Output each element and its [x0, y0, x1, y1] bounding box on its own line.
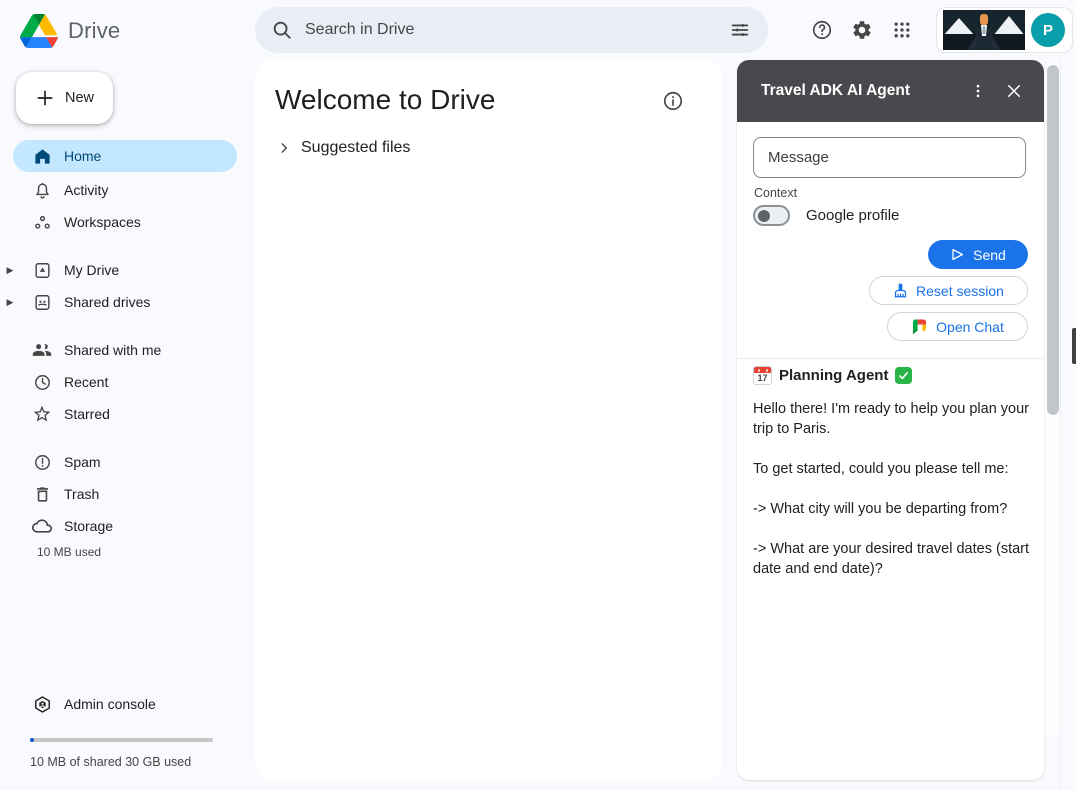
- top-bar: Drive: [0, 0, 1076, 60]
- drive-logo-icon: [20, 14, 58, 48]
- agent-message-body: Hello there! I'm ready to help you plan …: [753, 399, 1031, 599]
- info-icon[interactable]: [662, 90, 686, 114]
- search-icon[interactable]: [271, 19, 293, 41]
- expand-arrow-icon[interactable]: ▶: [5, 297, 15, 308]
- send-icon: [950, 247, 965, 262]
- open-chat-label: Open Chat: [936, 319, 1004, 335]
- message-input[interactable]: [753, 137, 1026, 178]
- search-bar[interactable]: [255, 7, 768, 53]
- star-icon: [32, 404, 52, 424]
- drive-logo-area[interactable]: Drive: [20, 14, 120, 48]
- calendar-emoji-icon: 17: [753, 366, 772, 385]
- sidebar-item-my-drive[interactable]: ▶ My Drive: [13, 254, 237, 286]
- storage-progress-fill: [30, 738, 34, 742]
- google-profile-toggle-row: Google profile: [753, 205, 899, 226]
- admin-console-icon: [32, 694, 52, 714]
- green-check-icon: [895, 367, 912, 384]
- sidebar-item-shared-with-me[interactable]: Shared with me: [13, 334, 237, 366]
- sidebar-item-shared-drives[interactable]: ▶ Shared drives: [13, 286, 237, 318]
- bell-icon: [32, 180, 52, 200]
- sidebar-item-label: Home: [64, 148, 101, 164]
- sidebar-item-storage[interactable]: Storage: [13, 510, 237, 542]
- agent-message: -> What are your desired travel dates (s…: [753, 539, 1031, 579]
- search-input[interactable]: [305, 21, 708, 39]
- agent-message: Hello there! I'm ready to help you plan …: [753, 399, 1031, 439]
- sidebar-item-label: Spam: [64, 454, 101, 470]
- suggested-files-label: Suggested files: [301, 139, 410, 157]
- workspaces-icon: [32, 212, 52, 232]
- agent-header-row: 17 Planning Agent: [753, 366, 912, 385]
- edge-artifact: [1072, 328, 1076, 364]
- sidebar-item-label: Shared drives: [64, 294, 150, 310]
- sidebar-item-label: Starred: [64, 406, 110, 422]
- google-chat-icon: [911, 318, 928, 335]
- more-options-icon[interactable]: [960, 73, 996, 109]
- sidebar-item-recent[interactable]: Recent: [13, 366, 237, 398]
- home-icon: [32, 146, 52, 166]
- my-drive-icon: [32, 260, 52, 280]
- storage-progress-bar: [30, 738, 213, 742]
- context-label: Context: [754, 186, 797, 200]
- side-panel-rail: [1060, 60, 1076, 790]
- avatar[interactable]: P: [1031, 13, 1065, 47]
- shared-drives-icon: [32, 292, 52, 312]
- sidebar-item-label: Storage: [64, 518, 113, 534]
- sidebar-item-label: Activity: [64, 182, 108, 198]
- travel-agent-panel: Travel ADK AI Agent Context Google profi…: [737, 60, 1044, 780]
- panel-title: Travel ADK AI Agent: [761, 82, 960, 100]
- sidebar-item-starred[interactable]: Starred: [13, 398, 237, 430]
- reset-session-label: Reset session: [916, 283, 1004, 299]
- new-button-label: New: [65, 90, 94, 106]
- storage-summary-text: 10 MB of shared 30 GB used: [30, 755, 191, 769]
- agent-message: To get started, could you please tell me…: [753, 459, 1031, 479]
- open-chat-button[interactable]: Open Chat: [887, 312, 1028, 341]
- page-title: Welcome to Drive: [275, 84, 495, 116]
- sidebar-item-label: Trash: [64, 486, 99, 502]
- settings-gear-icon[interactable]: [842, 10, 882, 50]
- clock-icon: [32, 372, 52, 392]
- apps-grid-icon[interactable]: [882, 10, 922, 50]
- topbar-actions: [802, 10, 922, 50]
- toggle-knob: [758, 210, 770, 222]
- sidebar-item-label: Workspaces: [64, 214, 141, 230]
- broom-icon: [893, 283, 908, 298]
- suggested-files-toggle[interactable]: Suggested files: [277, 139, 410, 157]
- agent-name: Planning Agent: [779, 367, 888, 384]
- search-options-icon[interactable]: [720, 10, 760, 50]
- extension-artwork: [943, 10, 1025, 50]
- sidebar-item-label: My Drive: [64, 262, 119, 278]
- profile-card[interactable]: P: [936, 7, 1073, 53]
- plus-icon: [35, 88, 55, 108]
- panel-header: Travel ADK AI Agent: [737, 60, 1044, 122]
- cloud-icon: [32, 516, 52, 536]
- scrollbar-thumb[interactable]: [1047, 65, 1059, 415]
- sidebar-item-activity[interactable]: Activity: [13, 174, 237, 206]
- google-profile-label: Google profile: [806, 207, 899, 224]
- reset-session-button[interactable]: Reset session: [869, 276, 1028, 305]
- agent-message: -> What city will you be departing from?: [753, 499, 1031, 519]
- sidebar-item-admin-console[interactable]: Admin console: [13, 688, 237, 720]
- main-content-card: Welcome to Drive Suggested files: [255, 60, 722, 780]
- chevron-right-icon: [277, 141, 291, 155]
- app-title: Drive: [68, 18, 120, 44]
- close-icon[interactable]: [996, 73, 1032, 109]
- sidebar-item-workspaces[interactable]: Workspaces: [13, 206, 237, 238]
- expand-arrow-icon[interactable]: ▶: [5, 265, 15, 276]
- sidebar-item-label: Shared with me: [64, 342, 161, 358]
- trash-icon: [32, 484, 52, 504]
- sidebar-item-trash[interactable]: Trash: [13, 478, 237, 510]
- send-button[interactable]: Send: [928, 240, 1028, 269]
- sidebar-item-spam[interactable]: Spam: [13, 446, 237, 478]
- people-icon: [32, 340, 52, 360]
- help-icon[interactable]: [802, 10, 842, 50]
- google-profile-toggle[interactable]: [753, 205, 790, 226]
- sidebar-item-label: Recent: [64, 374, 108, 390]
- storage-used-text: 10 MB used: [37, 545, 101, 559]
- sidebar-item-label: Admin console: [64, 696, 156, 712]
- panel-divider: [737, 358, 1044, 359]
- spam-icon: [32, 452, 52, 472]
- send-button-label: Send: [973, 247, 1006, 263]
- sidebar-item-home[interactable]: Home: [13, 140, 237, 172]
- new-button[interactable]: New: [16, 72, 113, 124]
